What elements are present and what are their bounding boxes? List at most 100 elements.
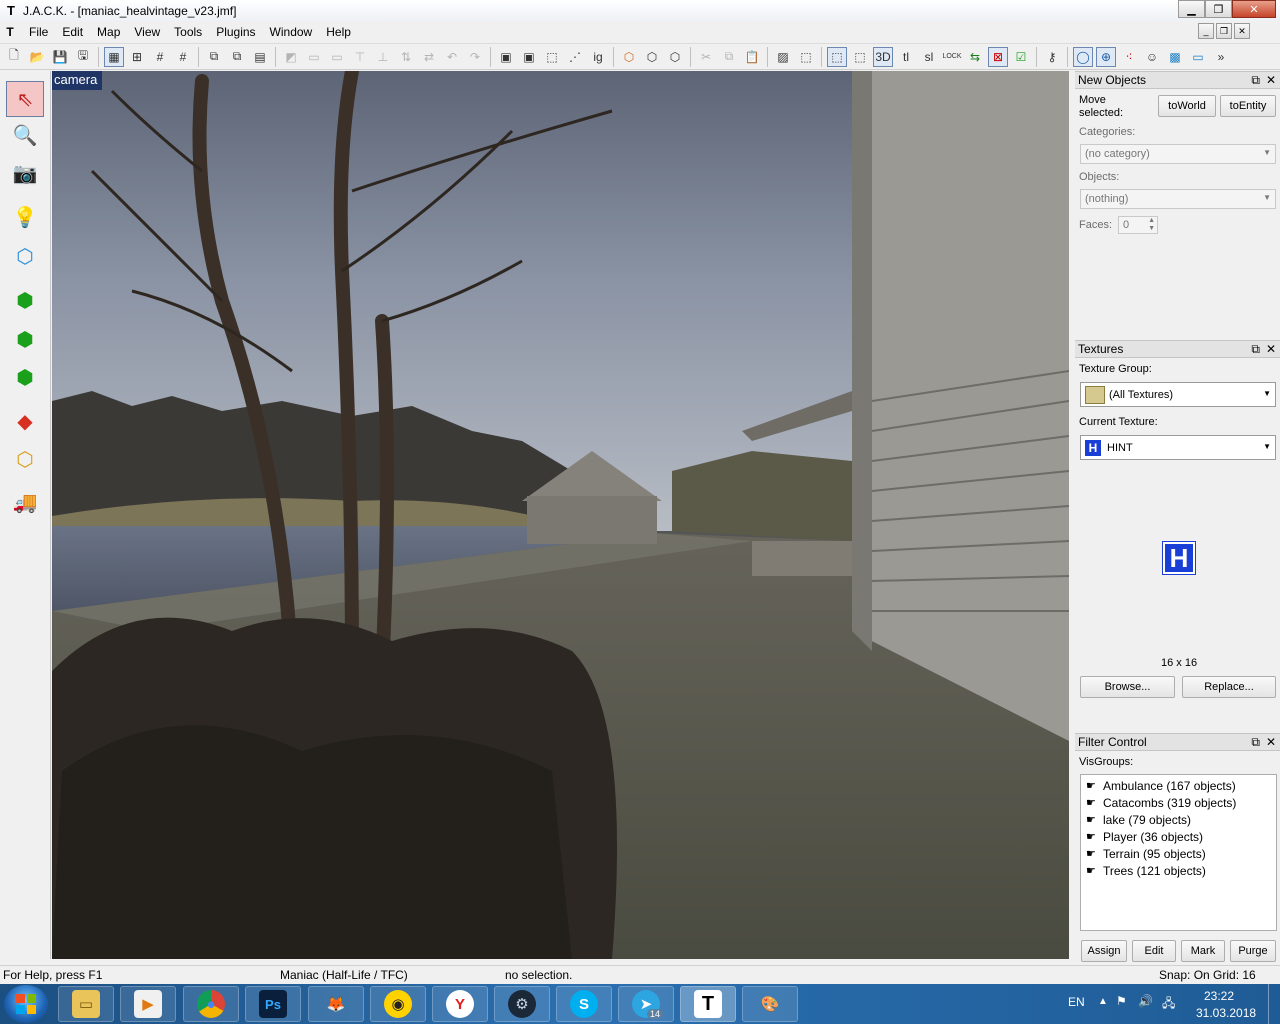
magnify-tool-icon[interactable]: 🔍 [6,117,44,153]
taskbar-photoshop[interactable]: Ps [245,986,301,1022]
larger-grid-icon[interactable]: # [173,47,193,67]
doc-restore-icon[interactable]: ❐ [1216,23,1232,39]
current-texture-select[interactable]: H HINT ▼ [1080,435,1276,460]
language-indicator[interactable]: EN [1068,995,1085,1009]
assign-button[interactable]: Assign [1081,940,1127,962]
to-entity-button[interactable]: toEntity [1220,95,1276,117]
close-panel-icon[interactable]: ✕ [1266,73,1276,88]
categories-select[interactable]: (no category) ▼ [1080,144,1276,164]
start-button[interactable] [4,985,48,1023]
key-icon[interactable]: ⚷ [1042,47,1062,67]
list-item[interactable]: ☛ Terrain (95 objects) [1081,845,1276,862]
redo-icon[interactable]: ↷ [465,47,485,67]
menu-file[interactable]: File [22,23,55,41]
mark-button[interactable]: Mark [1181,940,1225,962]
edit-button[interactable]: Edit [1132,940,1176,962]
visible-flag-icon[interactable]: ☛ [1086,779,1100,792]
purge-button[interactable]: Purge [1230,940,1276,962]
float-panel-icon[interactable]: ⧉ [1251,342,1260,357]
show-all-icon[interactable]: ⋰ [565,47,585,67]
new-file-icon[interactable]: 🗋 [4,47,24,67]
list-item[interactable]: ☛ Player (36 objects) [1081,828,1276,845]
taskbar-telegram[interactable]: ➤ 14 [618,986,674,1022]
objects-select[interactable]: (nothing) ▼ [1080,189,1276,209]
flip-icon[interactable]: ⇅ [396,47,416,67]
ignore-groups-icon[interactable]: ig [588,47,608,67]
apply-texture-icon[interactable]: ⬢ [6,321,44,357]
entity-report-icon[interactable]: ▤ [250,47,270,67]
image-icon[interactable]: ▩ [1165,47,1185,67]
list-item[interactable]: ☛ Ambulance (167 objects) [1081,777,1276,794]
faces-spinner[interactable]: 0 ▲ ▼ [1118,216,1158,234]
check-problems-icon[interactable]: ⬡ [665,47,685,67]
window-icon[interactable]: ▭ [1188,47,1208,67]
save-window-icon[interactable]: ⧉ [227,47,247,67]
visible-flag-icon[interactable]: ☛ [1086,847,1100,860]
taskbar-yandex[interactable]: Y [432,986,488,1022]
clipping-tool-icon[interactable]: ◆ [6,403,44,439]
menu-map[interactable]: Map [90,23,127,41]
taskbar-gimp[interactable]: 🦊 [308,986,364,1022]
undo-icon[interactable]: ↶ [442,47,462,67]
clock-date[interactable]: 31.03.2018 [1196,1006,1256,1020]
to-world-button[interactable]: toWorld [1158,95,1216,117]
taskbar-chrome[interactable]: ● [183,986,239,1022]
texture-lock-toggle-icon[interactable]: tl [896,47,916,67]
carve-icon[interactable]: ◩ [281,47,301,67]
copy-icon[interactable]: ⧉ [719,47,739,67]
minimize-button[interactable]: ▁ [1178,0,1205,18]
view-3d-icon[interactable]: 3D [873,46,893,67]
menu-tools[interactable]: Tools [167,23,209,41]
align-left-icon[interactable]: ▭ [304,47,324,67]
grid-3d-icon[interactable]: ⊞ [127,47,147,67]
browse-button[interactable]: Browse... [1080,676,1175,698]
taskbar-paint[interactable]: 🎨 [742,986,798,1022]
paste-icon[interactable]: 📋 [742,47,762,67]
compile-icon[interactable]: ⊠ [988,46,1008,67]
scale-lock-icon[interactable]: sl [919,47,939,67]
tie-to-entity-icon[interactable]: ⬡ [619,47,639,67]
save-icon[interactable]: 💾 [50,47,70,67]
smaller-grid-icon[interactable]: # [150,47,170,67]
float-panel-icon[interactable]: ⧉ [1251,735,1260,750]
taskbar-steam[interactable]: ⚙ [494,986,550,1022]
network-icon[interactable]: 🖧 [1162,994,1175,1015]
open-file-icon[interactable]: 📂 [27,47,47,67]
taskbar-media-player[interactable]: ▶ [120,986,176,1022]
doc-close-icon[interactable]: ✕ [1234,23,1250,39]
player-icon[interactable]: ⊕ [1096,46,1116,67]
cut-icon[interactable]: ✂ [696,47,716,67]
list-item[interactable]: ☛ lake (79 objects) [1081,811,1276,828]
taskbar-skype[interactable]: S [556,986,612,1022]
align-top-icon[interactable]: ⊤ [350,47,370,67]
taskbar-jack[interactable]: T [680,986,736,1022]
spin-arrows-icon[interactable]: ▲ ▼ [1148,217,1155,233]
visible-flag-icon[interactable]: ☛ [1086,830,1100,843]
restore-button[interactable]: ❐ [1205,0,1232,18]
run-map-icon[interactable]: ⇆ [965,47,985,67]
selection-tool-icon[interactable]: ⇖ [6,81,44,117]
texture-group-select[interactable]: (All Textures) ▼ [1080,382,1276,407]
menu-view[interactable]: View [127,23,167,41]
show-desktop-button[interactable] [1268,984,1280,1024]
more-icon[interactable]: » [1211,47,1231,67]
align-bottom-icon[interactable]: ⊥ [373,47,393,67]
decal-tool-icon[interactable]: ⬢ [6,359,44,395]
menu-help[interactable]: Help [319,23,358,41]
selection-box-icon[interactable]: ⬚ [796,47,816,67]
menu-window[interactable]: Window [263,23,320,41]
ungroup-icon[interactable]: ▣ [519,47,539,67]
mirror-icon[interactable]: ⇄ [419,47,439,67]
face-icon[interactable]: ☺ [1142,47,1162,67]
show-hidden-icons-icon[interactable]: ▲ [1098,996,1108,1007]
align-right-icon[interactable]: ▭ [327,47,347,67]
close-button[interactable]: ✕ [1232,0,1276,18]
visible-flag-icon[interactable]: ☛ [1086,813,1100,826]
texture-application-icon[interactable]: ⬢ [6,282,44,318]
float-panel-icon[interactable]: ⧉ [1251,73,1260,88]
clock-time[interactable]: 23:22 [1204,989,1234,1003]
vertex-tool-icon[interactable]: ⬡ [6,441,44,477]
doc-minimize-icon[interactable]: _ [1198,23,1214,39]
points-icon[interactable]: ⁖ [1119,47,1139,67]
taskbar-explorer[interactable]: ▭ [58,986,114,1022]
